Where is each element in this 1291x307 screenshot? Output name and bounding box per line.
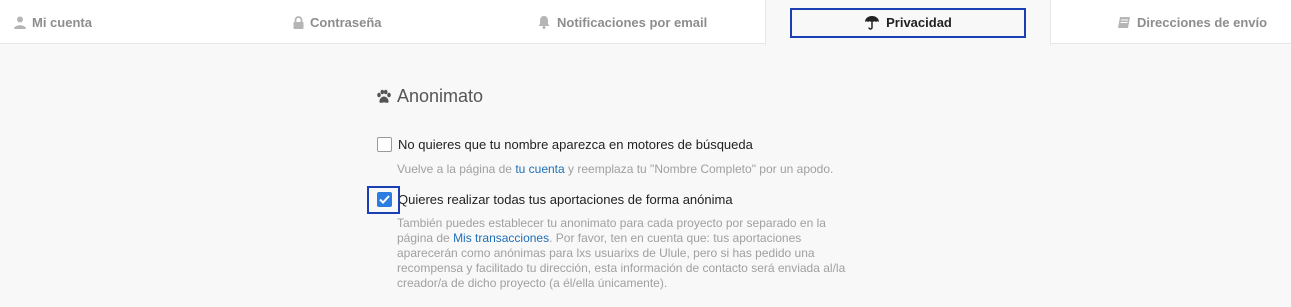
link-tu-cuenta[interactable]: tu cuenta <box>515 162 564 176</box>
help-line: recompensa y facilitado tu dirección, es… <box>397 261 846 275</box>
paw-icon <box>375 89 393 105</box>
tab-label: Notificaciones por email <box>557 14 708 30</box>
tab-label: Direcciones de envío <box>1137 14 1268 30</box>
book-icon <box>1117 16 1131 29</box>
help-line: También puedes establecer tu anonimato p… <box>397 216 826 230</box>
option-anonymous-contributions[interactable]: Quieres realizar todas tus aportaciones … <box>377 192 733 207</box>
umbrella-icon <box>864 15 880 30</box>
option-label: Quieres realizar todas tus aportaciones … <box>398 192 733 207</box>
bell-icon <box>537 15 551 29</box>
option-search-engines[interactable]: No quieres que tu nombre aparezca en mot… <box>377 137 753 152</box>
help-text: . Por favor, ten en cuenta que: tus apor… <box>549 231 802 245</box>
user-icon <box>14 16 26 29</box>
tab-bar: Mi cuenta Contraseña Notificaciones por … <box>0 0 1291 45</box>
tab-mi-cuenta[interactable]: Mi cuenta <box>14 0 104 44</box>
help-anonymous-contributions: También puedes establecer tu anonimato p… <box>397 216 867 291</box>
help-text: página de <box>397 231 454 245</box>
help-search-engines: Vuelve a la página de tu cuenta y reempl… <box>397 162 867 177</box>
help-text: y reemplaza tu "Nombre Completo" por un … <box>564 162 834 176</box>
help-line: creador/a de dicho proyecto (a él/ella ú… <box>397 276 668 290</box>
checkbox-search-engines[interactable] <box>377 137 392 152</box>
section-title-text: Anonimato <box>397 86 484 106</box>
tab-contrasena[interactable]: Contraseña <box>293 0 393 44</box>
tab-label: Contraseña <box>310 14 382 30</box>
tab-direcciones[interactable]: Direcciones de envío <box>1117 0 1287 44</box>
help-line: aparecerán como anónimas para lxs usuari… <box>397 246 815 260</box>
link-mis-transacciones[interactable]: Mis transacciones <box>453 231 549 245</box>
tab-privacidad[interactable]: Privacidad <box>765 0 1051 45</box>
checkbox-focus-ring <box>367 186 400 214</box>
lock-icon <box>293 15 304 29</box>
tab-label: Mi cuenta <box>32 14 92 30</box>
help-text: Vuelve a la página de <box>397 162 516 176</box>
section-title: Anonimato <box>375 86 483 107</box>
help-line: página de Mis transacciones. Por favor, … <box>397 231 867 246</box>
option-label: No quieres que tu nombre aparezca en mot… <box>398 137 753 152</box>
tab-label: Privacidad <box>886 15 952 30</box>
tab-privacidad-focus: Privacidad <box>790 7 1026 38</box>
tab-notificaciones[interactable]: Notificaciones por email <box>537 0 717 44</box>
